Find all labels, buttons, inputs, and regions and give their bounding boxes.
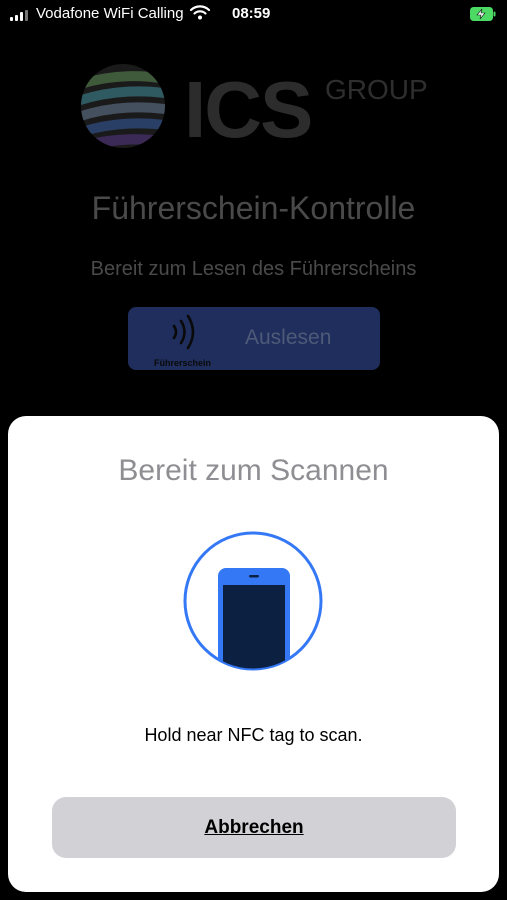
clock: 08:59 xyxy=(232,5,271,22)
page-subtitle: Bereit zum Lesen des Führerscheins xyxy=(90,258,417,280)
wifi-icon xyxy=(190,5,210,20)
cancel-button[interactable]: Abbrechen xyxy=(52,797,456,858)
carrier-label: Vodafone WiFi Calling xyxy=(36,5,184,22)
ics-group-logo: ICS GROUP xyxy=(80,63,440,154)
page-title: Führerschein-Kontrolle xyxy=(91,190,416,226)
nfc-waves-icon xyxy=(172,314,195,350)
phone-scan-icon xyxy=(183,531,323,671)
battery-charging-icon xyxy=(470,7,496,21)
read-license-button[interactable]: Führerschein Auslesen xyxy=(128,307,380,370)
status-bar: Vodafone WiFi Calling 08:59 xyxy=(0,0,507,30)
logo-globe-icon xyxy=(81,64,165,148)
read-button-label: Auslesen xyxy=(245,326,332,349)
nfc-icon-caption: Führerschein xyxy=(154,358,212,368)
logo-wordmark: ICS xyxy=(184,65,313,154)
nfc-scan-sheet: Bereit zum Scannen Hold near NFC tag to … xyxy=(8,416,499,892)
scan-sheet-title: Bereit zum Scannen xyxy=(118,454,389,487)
background-screen: ICS GROUP Führerschein-Kontrolle Bereit … xyxy=(0,30,507,430)
cancel-button-label: Abbrechen xyxy=(204,817,304,838)
scan-instruction: Hold near NFC tag to scan. xyxy=(144,725,363,745)
signal-bars-icon xyxy=(10,10,32,21)
logo-suffix: GROUP xyxy=(325,74,428,105)
